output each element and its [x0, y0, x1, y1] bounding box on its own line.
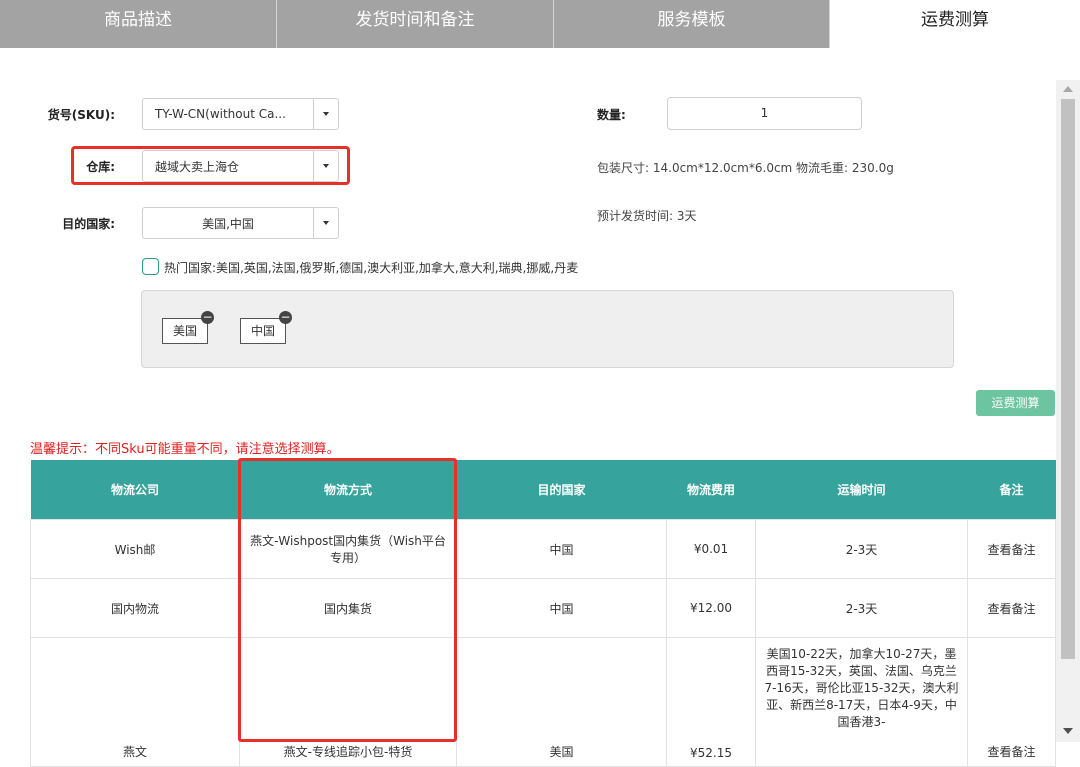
remove-icon[interactable]: −: [201, 311, 215, 324]
header-country: 目的国家: [456, 460, 667, 520]
view-note-link[interactable]: 查看备注: [967, 578, 1056, 638]
warning-tip: 温馨提示：不同Sku可能重量不同，请注意选择测算。: [30, 442, 340, 457]
header-fee: 物流费用: [666, 460, 756, 520]
destination-country-value: 美国,中国: [202, 216, 254, 231]
selected-countries-area: 美国 − 中国 −: [141, 290, 954, 368]
cell-company: Wish邮: [30, 519, 240, 579]
cell-country: 中国: [456, 519, 667, 579]
country-tag-label: 美国: [173, 324, 198, 338]
quantity-label: 数量:: [597, 108, 626, 122]
quantity-input[interactable]: 1: [667, 97, 862, 130]
calculate-freight-button[interactable]: 运费测算: [976, 390, 1055, 416]
hot-countries-label: 热门国家:美国,英国,法国,俄罗斯,德国,澳大利亚,加拿大,意大利,瑞典,挪威,…: [164, 261, 579, 275]
scroll-up-icon[interactable]: [1063, 86, 1073, 92]
cell-fee: ¥0.01: [666, 519, 756, 579]
cell-fee: ¥52.15: [666, 637, 756, 767]
tab-service-template[interactable]: 服务模板: [554, 0, 830, 48]
scroll-down-icon[interactable]: [1063, 728, 1073, 734]
cell-transit-time: 美国10-22天，加拿大10-27天，墨西哥15-32天，英国、法国、乌克兰7-…: [755, 637, 968, 767]
country-tag-us: 美国 −: [162, 311, 215, 344]
cell-country: 中国: [456, 578, 667, 638]
shipping-results-table: 物流公司 物流方式 目的国家 物流费用 运输时间 备注 Wish邮 燕文-Wis…: [30, 460, 1056, 767]
table-row: 燕文 燕文-专线追踪小包-特货 美国 ¥52.15 美国10-22天，加拿大10…: [30, 637, 1056, 767]
table-row: 国内物流 国内集货 中国 ¥12.00 2-3天 查看备注: [30, 578, 1056, 638]
chevron-down-icon[interactable]: [313, 208, 338, 238]
remove-icon[interactable]: −: [279, 311, 293, 324]
cell-fee: ¥12.00: [666, 578, 756, 638]
tab-product-description[interactable]: 商品描述: [0, 0, 277, 48]
table-header-row: 物流公司 物流方式 目的国家 物流费用 运输时间 备注: [30, 460, 1056, 520]
tab-bar: 商品描述 发货时间和备注 服务模板 运费测算: [0, 0, 1080, 48]
cell-company: 燕文: [30, 637, 240, 767]
country-tag-label: 中国: [251, 324, 276, 338]
scroll-thumb[interactable]: [1061, 99, 1075, 659]
header-note: 备注: [967, 460, 1056, 520]
country-tag-cn: 中国 −: [240, 311, 293, 344]
cell-transit-time: 2-3天: [755, 578, 968, 638]
warehouse-value: 越域大卖上海仓: [155, 159, 240, 174]
table-row: Wish邮 燕文-Wishpost国内集货（Wish平台专用） 中国 ¥0.01…: [30, 519, 1056, 579]
header-company: 物流公司: [30, 460, 240, 520]
view-note-link[interactable]: 查看备注: [967, 519, 1056, 579]
chevron-down-icon[interactable]: [313, 99, 338, 129]
destination-country-label: 目的国家:: [62, 217, 115, 231]
sku-label: 货号(SKU):: [47, 108, 115, 122]
header-transit-time: 运输时间: [755, 460, 968, 520]
tab-shipping-time-notes[interactable]: 发货时间和备注: [277, 0, 554, 48]
estimated-ship-time: 预计发货时间: 3天: [597, 209, 697, 223]
hot-countries-checkbox[interactable]: [142, 258, 159, 275]
cell-transit-time: 2-3天: [755, 519, 968, 579]
sku-value: TY-W-CN(without Ca...: [155, 107, 286, 121]
cell-company: 国内物流: [30, 578, 240, 638]
package-info: 包装尺寸: 14.0cm*12.0cm*6.0cm 物流毛重: 230.0g: [597, 161, 894, 175]
tab-freight-calculation[interactable]: 运费测算: [830, 0, 1080, 48]
warehouse-select[interactable]: 越域大卖上海仓: [142, 150, 339, 182]
warehouse-label: 仓库:: [86, 160, 115, 174]
cell-country: 美国: [456, 637, 667, 767]
sku-select[interactable]: TY-W-CN(without Ca...: [142, 98, 339, 130]
destination-country-select[interactable]: 美国,中国: [142, 207, 339, 239]
view-note-link[interactable]: 查看备注: [967, 637, 1056, 767]
method-highlight-box: [238, 458, 457, 742]
vertical-scrollbar[interactable]: [1056, 80, 1080, 742]
chevron-down-icon[interactable]: [313, 151, 338, 181]
